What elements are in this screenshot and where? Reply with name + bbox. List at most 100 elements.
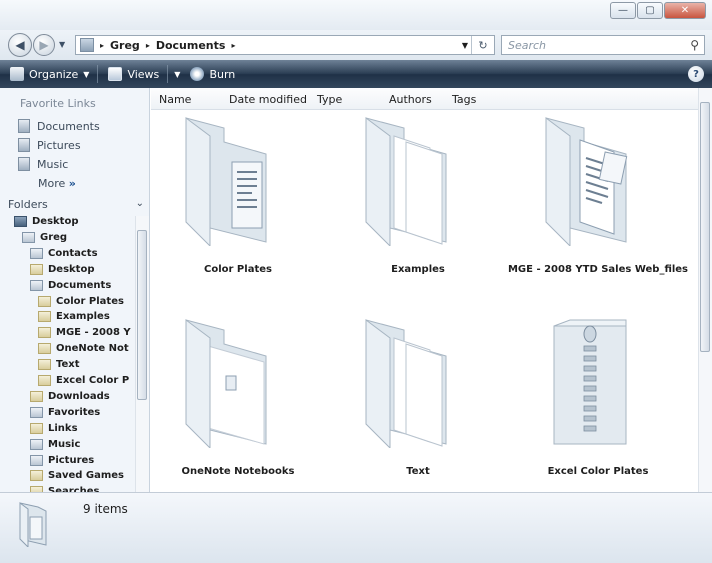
folder-item[interactable]: OneNote Notebooks [153,316,323,496]
folder-icon [30,438,43,450]
tree-item-label: OneNote Not [56,343,129,355]
scrollbar-thumb[interactable] [137,230,147,400]
navigation-pane: Favorite Links Documents Pictures Music … [0,88,150,492]
favorite-link-pictures[interactable]: Pictures [18,138,81,152]
tree-item[interactable]: Documents [30,279,112,291]
back-arrow-icon: ◀ [15,38,25,52]
address-bar[interactable]: ▸ Greg ▸ Documents ▸ ▼ ↻ [75,35,495,55]
burn-label: Burn [209,67,236,81]
maximize-button[interactable]: ▢ [637,2,663,19]
favorite-link-label: Pictures [37,138,81,152]
tree-item[interactable]: Excel Color P [38,375,129,386]
close-button[interactable]: ✕ [664,2,706,19]
folder-label: Color Plates [204,264,272,275]
tree-item[interactable]: MGE - 2008 Y [38,327,131,339]
recent-pages-dropdown[interactable]: ▼ [59,40,65,49]
tree-item[interactable]: Desktop [14,216,79,227]
tree-item[interactable]: Color Plates [38,295,124,307]
chevron-down-icon: ⌄ [135,198,144,209]
folder-tree-scrollbar[interactable] [135,216,149,492]
tree-item-label: Contacts [48,247,98,259]
window-controls: — ▢ ✕ [609,2,706,19]
views-button[interactable]: Views [108,63,159,85]
tree-item[interactable]: Greg [22,231,67,243]
favorite-links-heading: Favorite Links [20,97,96,110]
refresh-icon: ↻ [478,38,488,52]
breadcrumb-separator[interactable]: ▸ [146,41,150,50]
pictures-icon [18,138,30,152]
folder-icon [38,375,51,386]
more-links-button[interactable]: More » [38,177,76,190]
views-dropdown[interactable]: ▼ [174,63,180,85]
column-name[interactable]: Name [159,93,191,106]
folder-icon [30,247,43,259]
tree-item[interactable]: Downloads [30,390,110,402]
column-authors[interactable]: Authors [389,93,432,106]
folder-icon [38,359,51,371]
tree-item-label: Music [48,438,81,450]
forward-arrow-icon: ▶ [39,38,49,52]
burn-button[interactable]: Burn [190,63,235,85]
tree-item[interactable]: OneNote Not [38,343,129,355]
folder-with-document-icon [185,117,267,246]
column-tags[interactable]: Tags [452,93,476,106]
folder-icon [30,279,43,291]
favorite-link-label: Music [37,157,69,171]
search-icon[interactable]: ⚲ [690,38,699,52]
tree-item-label: Links [48,422,78,434]
folder-icon [30,454,43,466]
back-button[interactable]: ◀ [8,33,32,57]
file-list-scrollbar[interactable] [698,88,712,492]
help-button[interactable]: ? [688,66,704,82]
folder-with-web-files-icon [545,117,628,246]
search-input[interactable]: Search ⚲ [501,35,705,55]
organize-button[interactable]: Organize ▼ [10,63,89,85]
tree-item[interactable]: Pictures [30,454,95,466]
tree-item[interactable]: Desktop [30,263,95,275]
folder-icon [38,295,51,307]
folders-header[interactable]: Folders ⌄ [8,198,148,216]
minimize-button[interactable]: — [610,2,636,19]
favorite-link-music[interactable]: Music [18,157,68,171]
details-pane: 9 items [0,492,712,563]
tree-item[interactable]: Text [38,359,80,371]
views-icon [108,67,123,81]
item-count: 9 items [83,502,128,516]
tree-item-label: Pictures [48,454,95,466]
breadcrumb-greg[interactable]: Greg [110,39,140,52]
tree-item[interactable]: Music [30,438,81,450]
tree-item[interactable]: Links [30,422,78,434]
tree-item[interactable]: Examples [38,311,110,323]
tree-item[interactable]: Favorites [30,406,101,418]
column-date-modified[interactable]: Date modified [229,93,307,106]
scrollbar-thumb[interactable] [700,102,710,352]
favorite-link-documents[interactable]: Documents [18,119,100,133]
file-list: Name Date modified Type Authors Tags Col… [151,88,712,492]
folder-item[interactable]: Color Plates [153,114,323,294]
breadcrumb-documents[interactable]: Documents [156,39,226,52]
favorite-link-label: Documents [37,119,100,133]
folder-label: Text [406,466,430,477]
views-label: Views [127,67,160,81]
tree-item-label: Favorites [48,406,101,418]
tree-item[interactable]: Saved Games [30,470,125,482]
folder-label: OneNote Notebooks [181,466,295,477]
tree-item[interactable]: Contacts [30,247,98,259]
folder-item[interactable]: Examples [333,114,503,294]
refresh-button[interactable]: ↻ [471,36,494,54]
address-dropdown-icon[interactable]: ▼ [462,41,468,50]
double-chevron-icon: » [68,177,76,190]
folder-item[interactable]: Text [333,316,503,496]
tree-item-label: Saved Games [48,470,125,482]
tree-item-label: Documents [48,279,112,291]
column-headers: Name Date modified Type Authors Tags [151,88,700,110]
command-bar: Organize ▼ Views ▼ Burn ? [0,60,712,88]
folder-item[interactable]: Excel Color Plates [513,316,683,496]
organize-label: Organize [29,67,79,81]
burn-icon [190,67,205,81]
folder-item[interactable]: MGE - 2008 YTD Sales Web_files [508,114,688,294]
forward-button[interactable]: ▶ [33,34,55,56]
breadcrumb-separator[interactable]: ▸ [231,41,235,50]
breadcrumb-separator[interactable]: ▸ [100,41,104,50]
column-type[interactable]: Type [317,93,342,106]
